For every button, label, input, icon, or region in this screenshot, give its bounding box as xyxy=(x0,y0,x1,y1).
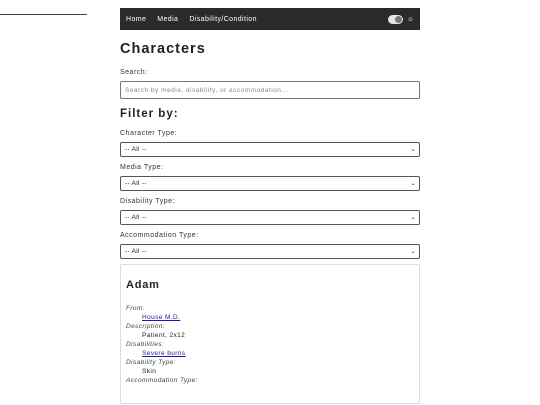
media-type-value: -- All -- xyxy=(125,180,147,187)
sun-icon: ☼ xyxy=(406,14,414,23)
character-type-label: Character Type: xyxy=(120,130,178,137)
disability-type-value: -- All -- xyxy=(125,214,147,221)
character-type-select[interactable]: -- All -- ⌄ xyxy=(120,142,420,157)
media-type-select[interactable]: -- All -- ⌄ xyxy=(120,176,420,191)
disabilities-value: Severe burns xyxy=(126,349,419,358)
character-type-value: -- All -- xyxy=(125,146,147,153)
chevron-down-icon: ⌄ xyxy=(410,147,416,153)
disability-type-field-value: Skin xyxy=(142,368,157,375)
filter-title: Filter by: xyxy=(120,108,179,120)
accommodation-type-select[interactable]: -- All -- ⌄ xyxy=(120,244,420,259)
disability-type-select[interactable]: -- All -- ⌄ xyxy=(120,210,420,225)
media-link[interactable]: House M.D. xyxy=(142,314,180,321)
theme-toggle[interactable] xyxy=(387,14,403,24)
search-input[interactable] xyxy=(120,81,420,99)
from-value: House M.D. xyxy=(126,313,419,322)
top-divider xyxy=(0,14,87,15)
nav-link-disability[interactable]: Disability/Condition xyxy=(189,16,257,23)
from-label: From: xyxy=(126,305,145,312)
accommodation-type-label: Accommodation Type: xyxy=(120,232,199,239)
accommodation-type-field-label: Accommodation Type: xyxy=(126,377,198,384)
search-label: Search: xyxy=(120,69,148,76)
character-name: Adam xyxy=(126,279,160,291)
description-label: Description: xyxy=(126,323,166,330)
disability-type-label: Disability Type: xyxy=(120,198,175,205)
nav-link-media[interactable]: Media xyxy=(157,16,178,23)
disabilities-label: Disabilities: xyxy=(126,341,165,348)
chevron-down-icon: ⌄ xyxy=(410,249,416,255)
navbar: Home Media Disability/Condition ☼ xyxy=(120,8,420,30)
disability-link[interactable]: Severe burns xyxy=(142,350,185,357)
description-value: Patient, 2x12 xyxy=(142,332,186,339)
nav-link-home[interactable]: Home xyxy=(126,16,146,23)
media-type-label: Media Type: xyxy=(120,164,164,171)
page-title: Characters xyxy=(120,41,206,57)
theme-controls: ☼ xyxy=(387,14,414,24)
page-container: Home Media Disability/Condition ☼ Charac… xyxy=(120,8,420,404)
chevron-down-icon: ⌄ xyxy=(410,215,416,221)
disability-type-field-label: Disability Type: xyxy=(126,359,176,366)
accommodation-type-value: -- All -- xyxy=(125,248,147,255)
character-card: Adam From: House M.D. Description: Patie… xyxy=(120,264,420,404)
chevron-down-icon: ⌄ xyxy=(410,181,416,187)
